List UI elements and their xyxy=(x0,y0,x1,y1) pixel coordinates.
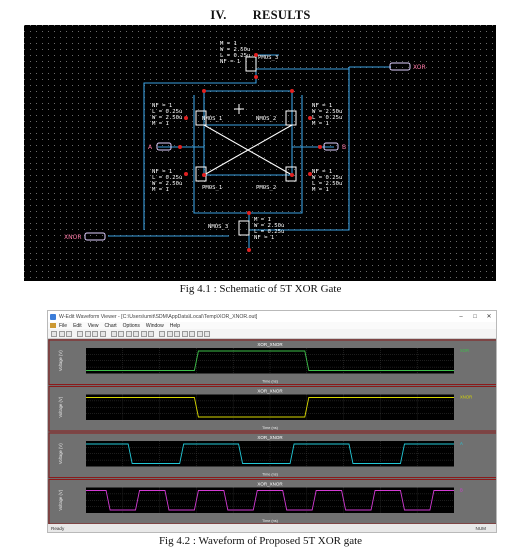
menu-bar: File Edit View Chart Options Window Help xyxy=(48,322,496,329)
menu-view[interactable]: View xyxy=(88,323,99,329)
x-axis-label: Time (ns) xyxy=(262,380,279,384)
instance-parameter: M = 1 xyxy=(152,187,169,193)
x-axis-label: Time (ns) xyxy=(262,473,279,477)
legend-icon[interactable] xyxy=(189,330,195,337)
chart-add-icon[interactable] xyxy=(159,330,165,337)
panel-title: XOR_XNOR xyxy=(257,435,283,440)
menu-chart[interactable]: Chart xyxy=(104,323,116,329)
menu-file[interactable]: File xyxy=(59,323,67,329)
close-icon[interactable]: ✕ xyxy=(482,313,496,320)
window-titlebar: W-Edit Waveform Viewer - [C:\Users\umit\… xyxy=(48,311,496,322)
figure-caption-schematic: Fig 4.1 : Schematic of 5T XOR Gate xyxy=(179,283,342,295)
y-axis-label: Voltage (V) xyxy=(58,350,63,371)
refresh-icon[interactable] xyxy=(196,330,203,337)
menu-edit[interactable]: Edit xyxy=(73,323,82,329)
menu-window[interactable]: Window xyxy=(146,323,164,329)
waveform-panel: XOR_XNOR Voltage (V) Time (ns) XNOR xyxy=(48,386,496,432)
app-icon xyxy=(50,313,56,320)
port-xor-label: XOR xyxy=(413,64,426,71)
x-axis-label: Time (ns) xyxy=(262,426,279,430)
document-icon xyxy=(50,323,56,328)
open-icon[interactable] xyxy=(58,330,65,337)
waveform-panel: XOR_XNOR Voltage (V) Time (ns) XOR xyxy=(48,339,496,385)
x-axis-label: Time (ns) xyxy=(262,519,279,523)
toolbar-separator xyxy=(74,331,76,337)
chart-remove-icon[interactable] xyxy=(166,330,173,337)
zoom-fit-icon[interactable] xyxy=(125,330,132,337)
toolbar xyxy=(48,329,496,339)
instance-name: NMOS_3 xyxy=(208,224,228,230)
instance-parameter: M = 1 xyxy=(312,121,329,127)
trace-icon[interactable] xyxy=(174,330,180,337)
legend-entry: B xyxy=(460,488,463,493)
legend-entry: XNOR xyxy=(460,395,472,400)
paste-icon[interactable] xyxy=(92,330,98,337)
zoom-out-icon[interactable] xyxy=(118,330,124,337)
menu-options[interactable]: Options xyxy=(123,323,140,329)
legend-entry: A xyxy=(460,441,463,446)
status-bar: Ready NUM xyxy=(48,524,496,532)
panel-title: XOR_XNOR xyxy=(257,342,283,347)
save-icon[interactable] xyxy=(66,330,72,337)
legend-entry: XOR xyxy=(460,348,469,353)
status-text: Ready xyxy=(51,525,65,531)
instance-name: PMOS_3 xyxy=(258,55,278,61)
zoom-in-icon[interactable] xyxy=(110,330,117,337)
waveform-panel: XOR_XNOR Voltage (V) Time (ns) B xyxy=(48,479,496,525)
section-title: RESULTS xyxy=(252,8,311,22)
panel-title: XOR_XNOR xyxy=(257,482,283,487)
help-icon[interactable] xyxy=(204,330,210,337)
waveform-panel: XOR_XNOR Voltage (V) Time (ns) A xyxy=(48,432,496,478)
panel-title: XOR_XNOR xyxy=(257,389,283,394)
y-axis-label: Voltage (V) xyxy=(58,489,63,510)
cut-icon[interactable] xyxy=(77,330,83,337)
y-axis-label: Voltage (V) xyxy=(58,443,63,464)
port-xnor-label: XNOR xyxy=(64,234,82,241)
instance-name: NMOS_2 xyxy=(256,116,276,122)
pan-icon[interactable] xyxy=(133,330,139,337)
cursor-icon[interactable] xyxy=(140,330,147,337)
copy-icon[interactable] xyxy=(84,330,91,337)
measure-icon[interactable] xyxy=(148,330,154,337)
menu-help[interactable]: Help xyxy=(170,323,180,329)
new-icon[interactable] xyxy=(51,330,57,337)
y-axis-label: Voltage (V) xyxy=(58,396,63,417)
instance-parameter: M = 1 xyxy=(312,187,329,193)
grid-icon[interactable] xyxy=(181,330,188,337)
waveform-viewer-window: W-Edit Waveform Viewer - [C:\Users\umit\… xyxy=(47,310,497,533)
instance-name: NMOS_1 xyxy=(202,116,222,122)
instance-parameter: NF = 1 xyxy=(220,59,240,65)
instance-parameter: NF = 1 xyxy=(254,235,274,241)
schematic-figure: PMOS_3 M = 1W = 2.50u L = 0.25u NF = 1 NMOS_… xyxy=(24,25,496,281)
print-icon[interactable] xyxy=(99,330,106,337)
section-heading: IV. RESULTS xyxy=(0,8,521,23)
status-num: NUM xyxy=(475,525,486,531)
instance-name: PMOS_1 xyxy=(202,185,222,191)
toolbar-separator xyxy=(107,331,109,337)
section-number: IV. xyxy=(210,8,227,22)
figure-caption-waveform: Fig 4.2 : Waveform of Proposed 5T XOR ga… xyxy=(158,535,363,547)
instance-parameter: M = 1 xyxy=(152,121,169,127)
waveform-plot-area: XOR_XNOR Voltage (V) Time (ns) XOR XOR_XNOR V… xyxy=(48,339,496,525)
maximize-icon[interactable]: □ xyxy=(468,314,482,320)
toolbar-separator xyxy=(156,331,158,337)
port-b-label: B xyxy=(342,144,346,151)
minimize-icon[interactable]: – xyxy=(454,314,468,320)
window-title: W-Edit Waveform Viewer - [C:\Users\umit\… xyxy=(59,313,258,320)
instance-name: PMOS_2 xyxy=(256,185,276,191)
